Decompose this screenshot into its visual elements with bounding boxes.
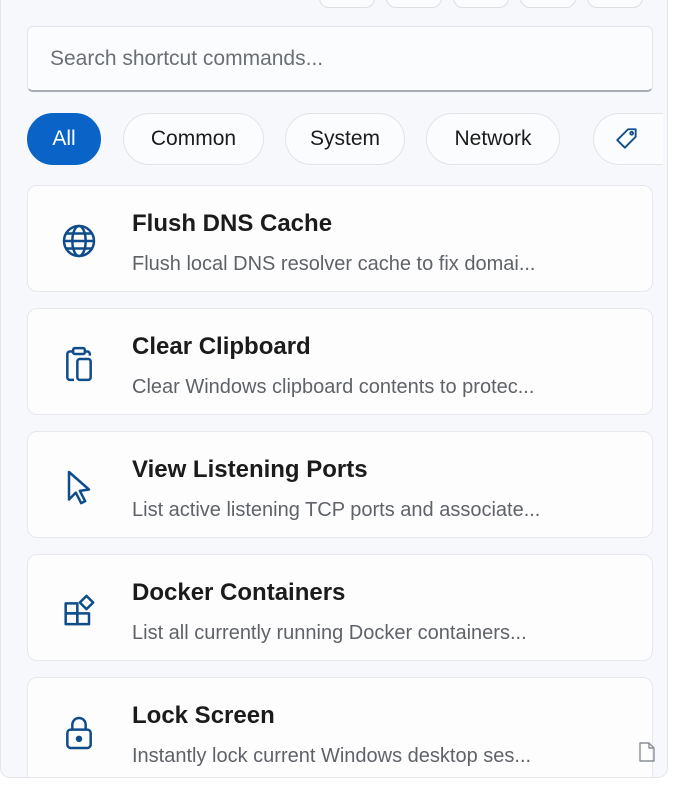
cursor-icon xyxy=(67,470,91,505)
command-description: Flush local DNS resolver cache to fix do… xyxy=(132,253,536,275)
command-description: List all currently running Docker contai… xyxy=(132,622,527,644)
command-title: Flush DNS Cache xyxy=(132,210,333,237)
clipboard-icon xyxy=(66,346,92,382)
command-title: Lock Screen xyxy=(132,702,275,729)
filter-chip-label: All xyxy=(52,127,76,150)
filter-chip-label: System xyxy=(309,127,380,150)
command-item-docker-containers[interactable]: Docker Containers List all currently run… xyxy=(27,554,653,661)
filter-chips: All Common System Network xyxy=(27,113,667,165)
command-description: Instantly lock current Windows desktop s… xyxy=(132,745,532,767)
lock-icon xyxy=(66,716,92,750)
tag-icon xyxy=(616,128,637,149)
command-item-clear-clipboard[interactable]: Clear Clipboard Clear Windows clipboard … xyxy=(27,308,653,415)
command-item-flush-dns[interactable]: Flush DNS Cache Flush local DNS resolver… xyxy=(27,185,653,292)
filter-chip-tag[interactable] xyxy=(593,113,663,165)
command-title: View Listening Ports xyxy=(132,456,368,483)
top-tab[interactable] xyxy=(587,0,643,8)
search-box[interactable] xyxy=(27,26,653,92)
search-input[interactable] xyxy=(50,46,652,71)
command-title: Docker Containers xyxy=(132,579,346,606)
top-tab[interactable] xyxy=(453,0,509,8)
document-icon[interactable] xyxy=(638,742,656,762)
filter-chip-all[interactable]: All xyxy=(27,113,101,165)
filter-chip-network[interactable]: Network xyxy=(426,113,560,165)
filter-chip-common[interactable]: Common xyxy=(123,113,264,165)
command-item-lock-screen[interactable]: Lock Screen Instantly lock current Windo… xyxy=(27,677,653,777)
filter-chip-label: Network xyxy=(454,127,532,150)
filter-chip-label: Common xyxy=(150,127,237,150)
command-description: List active listening TCP ports and asso… xyxy=(132,499,541,521)
apps-icon xyxy=(64,594,95,626)
globe-icon xyxy=(62,224,96,258)
top-tab[interactable] xyxy=(319,0,375,8)
top-tab[interactable] xyxy=(520,0,576,8)
filter-chip-system[interactable]: System xyxy=(285,113,405,165)
command-title: Clear Clipboard xyxy=(132,333,311,360)
top-tab[interactable] xyxy=(386,0,442,8)
command-description: Clear Windows clipboard contents to prot… xyxy=(132,376,535,398)
command-panel: All Common System Network Flush DNS xyxy=(0,0,668,778)
command-item-listening-ports[interactable]: View Listening Ports List active listeni… xyxy=(27,431,653,538)
